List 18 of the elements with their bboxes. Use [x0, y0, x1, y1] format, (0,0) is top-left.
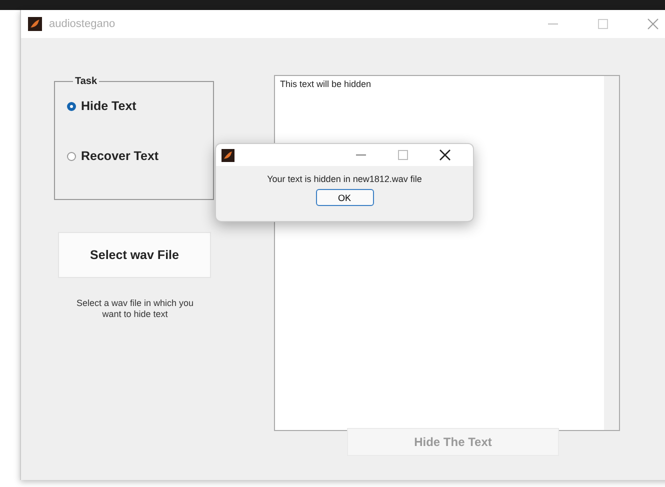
select-file-button[interactable]: Select wav File: [58, 232, 211, 278]
text-area-value: This text will be hidden: [280, 79, 372, 89]
hint-text: Select a wav file in which you want to hide text: [76, 298, 194, 320]
group-label: Task: [74, 76, 98, 87]
radio-option[interactable]: Recover Text: [67, 149, 213, 163]
window-title: audiostegano: [49, 18, 116, 30]
radio-option[interactable]: Hide Text: [67, 99, 213, 113]
ok-button[interactable]: OK: [316, 189, 374, 206]
radio-label: Hide Text: [81, 99, 136, 113]
app-logo-icon: [221, 148, 235, 162]
radio-button[interactable]: [67, 152, 76, 160]
radio-label: Recover Text: [81, 149, 159, 163]
scrollbar[interactable]: [604, 76, 619, 430]
close-icon[interactable]: [439, 149, 451, 161]
radio-button[interactable]: [67, 102, 76, 110]
maximize-icon[interactable]: [397, 149, 409, 161]
maximize-icon[interactable]: [597, 18, 609, 30]
app-logo-icon: [27, 17, 43, 31]
